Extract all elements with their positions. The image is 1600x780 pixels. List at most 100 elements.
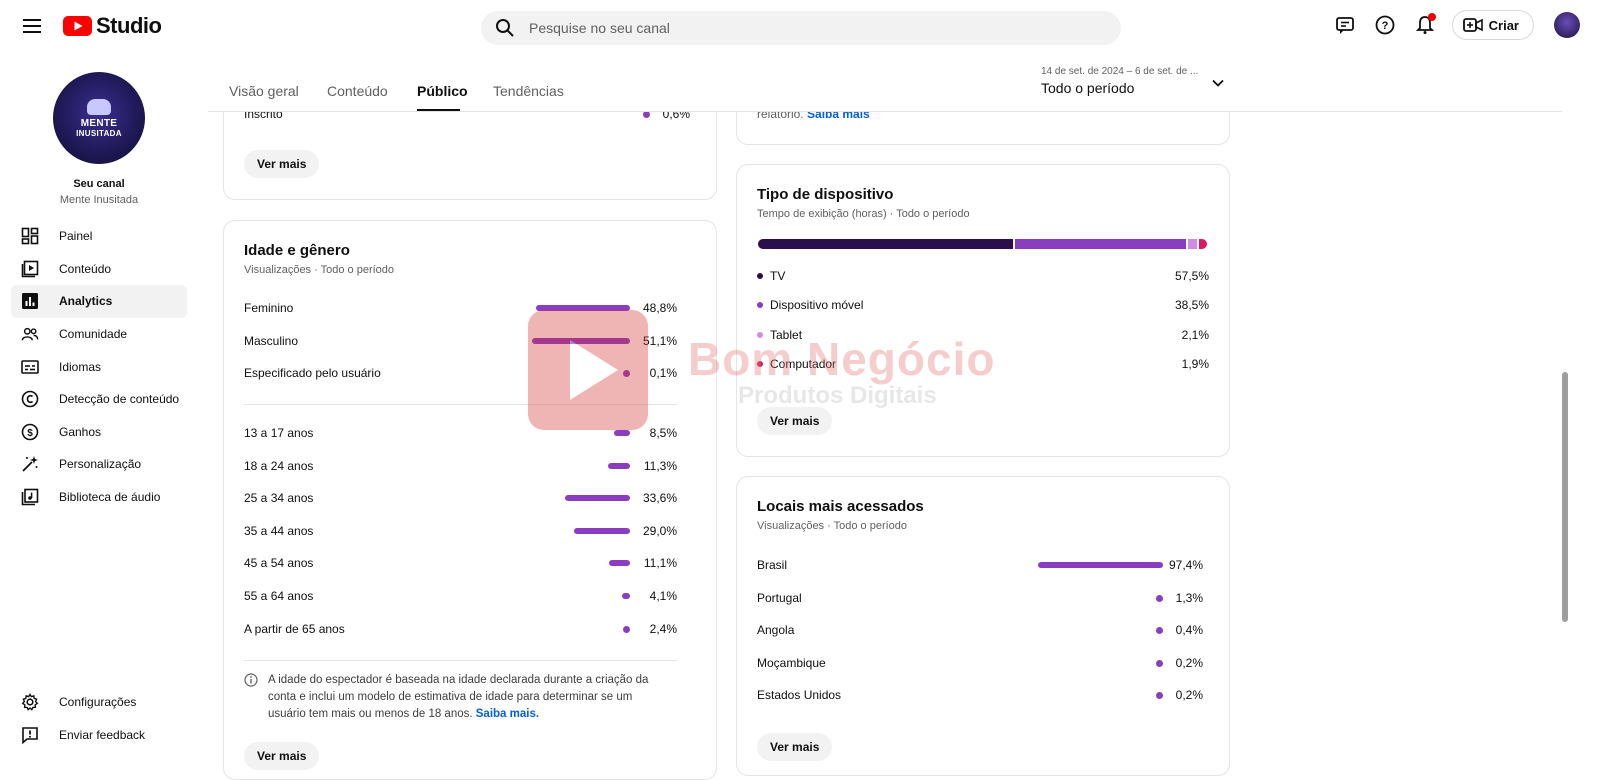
channel-name: Mente Inusitada [59,194,139,206]
row-label: Especificado pelo usuário [244,366,381,381]
see-more-button[interactable]: Ver mais [244,742,320,770]
row-label: Angola [757,623,795,638]
bar [565,495,630,502]
list-item: Moçambique 0,2% [757,653,1203,673]
sidebar-item-biblioteca-audio[interactable]: Biblioteca de áudio [11,481,187,514]
sidebar-item-idiomas[interactable]: Idiomas [11,350,187,383]
create-button[interactable]: Criar [1451,10,1534,40]
search-input[interactable] [529,20,1089,36]
age-info-body: A idade do espectador é baseada na idade… [268,674,649,720]
sidebar-item-painel[interactable]: Painel [11,220,187,253]
bar [622,593,630,599]
row-label: 25 a 34 anos [244,491,314,506]
see-more-button[interactable]: Ver mais [757,733,833,761]
list-item: 45 a 54 anos 11,1% [244,553,677,573]
list-item: Brasil 97,4% [757,555,1203,575]
community-icon [21,325,39,343]
sidebar-item-comunidade[interactable]: Comunidade [11,318,187,351]
row-value: 97,4% [1168,558,1203,572]
sidebar-item-analytics[interactable]: Analytics [11,285,187,318]
notifications-bell-icon[interactable] [1412,12,1438,38]
sidebar-item-label: Ganhos [59,424,102,439]
legend-dot [757,361,763,368]
bar-dot [1156,692,1163,700]
analytics-icon [21,292,39,310]
row-label: 35 a 44 anos [244,523,314,538]
bar-dot [1156,627,1163,635]
logo-text: Studio [96,13,162,38]
row-value: 48,8% [642,301,677,315]
legend-item: Computador 1,9% [757,355,1209,375]
sidebar-item-label: Biblioteca de áudio [59,490,161,505]
dashboard-icon [21,227,39,245]
sidebar-bottom: Configurações Enviar feedback [11,686,187,751]
sidebar-item-personalizacao[interactable]: Personalização [11,448,187,481]
sidebar-item-label: Personalização [59,457,142,472]
see-more-button[interactable]: Ver mais [757,407,833,435]
period-selector[interactable]: 14 de set. de 2024 – 6 de set. de ... To… [1041,66,1251,96]
legend-dot [757,302,763,309]
list-item: Angola 0,4% [757,620,1203,640]
row-value: 29,0% [642,523,677,538]
bar [536,305,630,311]
device-bar-segment [1198,239,1208,249]
tab-visao-geral[interactable]: Visão geral [229,83,299,99]
svg-text:$: $ [27,428,33,439]
top-bar: Studio ? Criar [0,0,1600,52]
youtube-studio-logo[interactable]: Studio [63,13,162,39]
list-item: Feminino 48,8% [244,298,677,318]
legend-value: 2,1% [1181,327,1209,342]
brain-icon [87,98,111,115]
legend-item: Dispositivo móvel 38,5% [757,296,1209,316]
row-label: Feminino [244,301,294,315]
search-bar[interactable] [481,11,1121,45]
content-icon [21,260,39,278]
row-label: A partir de 65 anos [244,621,345,636]
list-item: 25 a 34 anos 33,6% [244,488,677,508]
messages-icon[interactable] [1332,12,1358,38]
row-value: 1,3% [1175,590,1203,605]
scrollbar-thumb[interactable] [1562,372,1568,622]
help-icon[interactable]: ? [1372,12,1398,38]
search-icon[interactable] [495,18,515,38]
info-icon [244,673,258,687]
hamburger-menu-button[interactable] [20,14,44,38]
row-label: Portugal [757,590,802,605]
gear-icon [21,693,39,712]
list-item: 18 a 24 anos 11,3% [244,456,677,476]
channel-avatar-line1: MENTE [80,117,118,129]
sidebar-item-configuracoes[interactable]: Configurações [11,686,187,719]
feedback-icon [21,726,39,744]
row-label: 18 a 24 anos [244,458,314,473]
row-value: 0,2% [1175,688,1203,703]
bar [609,560,630,567]
active-tab-indicator [417,109,460,111]
legend-value: 57,5% [1174,269,1209,283]
bar [614,430,630,436]
see-more-button[interactable]: Ver mais [244,150,320,178]
sidebar-item-feedback[interactable]: Enviar feedback [11,719,187,752]
age-info-learn-more-link[interactable]: Saiba mais. [476,708,539,720]
list-item: A partir de 65 anos 2,4% [244,619,677,639]
row-value: 2,4% [649,621,677,636]
sidebar-item-label: Comunidade [59,327,128,342]
age-gender-card: Idade e gênero Visualizações · Todo o pe… [223,220,717,780]
row-dot [643,111,650,118]
account-avatar[interactable] [1554,12,1580,38]
channel-avatar[interactable]: MENTE INUSITADA [53,72,145,164]
row-label: Estados Unidos [757,688,842,703]
tab-publico[interactable]: Público [417,83,468,99]
copyright-icon [21,390,39,408]
bar [532,337,630,344]
sidebar-item-conteudo[interactable]: Conteúdo [11,253,187,286]
youtube-logo-icon [63,16,92,36]
sidebar-item-deteccao[interactable]: Detecção de conteúdo [11,383,187,416]
list-item: Especificado pelo usuário 0,1% [244,363,677,383]
tab-conteudo[interactable]: Conteúdo [327,83,388,99]
sidebar-item-ganhos[interactable]: $ Ganhos [11,416,187,449]
tab-tendencias[interactable]: Tendências [493,83,564,99]
row-label: Masculino [244,333,299,348]
sidebar-item-label: Detecção de conteúdo [59,392,180,407]
device-type-card: Tipo de dispositivo Tempo de exibição (h… [736,164,1230,457]
row-value: 8,5% [649,426,677,440]
